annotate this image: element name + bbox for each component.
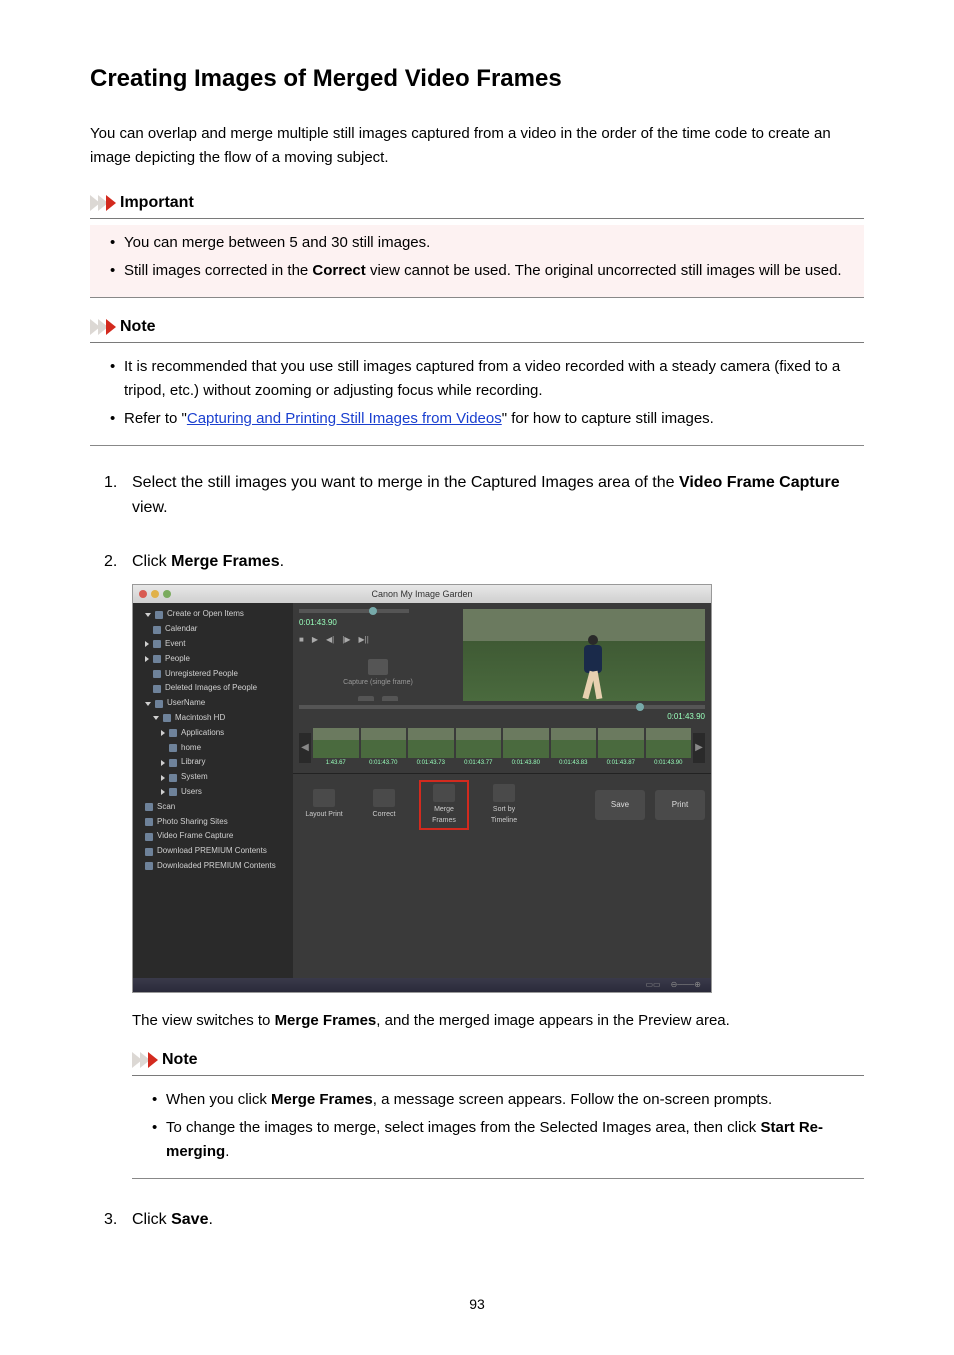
capture-icon[interactable] bbox=[368, 659, 388, 675]
timeline-time: 0:01:43.90 bbox=[299, 711, 705, 724]
important-item: Still images corrected in the Correct vi… bbox=[110, 259, 854, 283]
sidebar-item[interactable]: Event bbox=[133, 637, 293, 652]
sidebar-item[interactable]: Unregistered People bbox=[133, 667, 293, 682]
sidebar-item[interactable]: Deleted Images of People bbox=[133, 681, 293, 696]
sidebar-item[interactable]: Calendar bbox=[133, 622, 293, 637]
important-heading: Important bbox=[120, 190, 194, 216]
layout-print-button[interactable]: Layout Print bbox=[299, 789, 349, 820]
app-sidebar: Create or Open Items Calendar Event Peop… bbox=[133, 603, 293, 978]
playback-controls: 0:01:43.90 ■ ▶ ◀| |▶ ▶|| bbox=[293, 603, 463, 701]
sidebar-item[interactable]: Library bbox=[133, 755, 293, 770]
merge-frames-button[interactable]: Merge Frames bbox=[419, 780, 469, 830]
save-button[interactable]: Save bbox=[595, 790, 645, 820]
thumb[interactable] bbox=[361, 728, 407, 758]
note-item: It is recommended that you use still ima… bbox=[110, 355, 854, 403]
sidebar-item[interactable]: Download PREMIUM Contents bbox=[133, 844, 293, 859]
progress-slider[interactable] bbox=[299, 609, 409, 613]
sidebar-item[interactable]: Applications bbox=[133, 726, 293, 741]
correct-button[interactable]: Correct bbox=[359, 789, 409, 820]
frame-back-icon[interactable]: ◀| bbox=[326, 634, 334, 647]
view-toggle-icon[interactable]: ▭▭ bbox=[645, 979, 660, 992]
thumb[interactable] bbox=[456, 728, 502, 758]
note-item: Refer to "Capturing and Printing Still I… bbox=[110, 407, 854, 431]
print-button[interactable]: Print bbox=[655, 790, 705, 820]
sidebar-item[interactable]: home bbox=[133, 741, 293, 756]
sidebar-item[interactable]: Users bbox=[133, 785, 293, 800]
thumb[interactable] bbox=[598, 728, 644, 758]
thumb-next-icon[interactable]: ▶ bbox=[693, 733, 705, 763]
step-1: Select the still images you want to merg… bbox=[104, 470, 864, 521]
intro-text: You can overlap and merge multiple still… bbox=[90, 122, 864, 170]
sidebar-item[interactable]: Macintosh HD bbox=[133, 711, 293, 726]
page-number: 93 bbox=[90, 1293, 864, 1315]
note-item: To change the images to merge, select im… bbox=[152, 1116, 854, 1164]
sidebar-item[interactable]: People bbox=[133, 652, 293, 667]
preview-area bbox=[463, 609, 705, 701]
thumb[interactable] bbox=[313, 728, 359, 758]
app-screenshot: Canon My Image Garden Create or Open Ite… bbox=[132, 584, 712, 993]
capture-label: Capture (single frame) bbox=[343, 679, 413, 686]
sidebar-item[interactable]: Create or Open Items bbox=[133, 607, 293, 622]
play-icon[interactable]: ▶ bbox=[312, 634, 318, 647]
note-callout: Note It is recommended that you use stil… bbox=[90, 314, 864, 446]
step-3: Click Save. bbox=[104, 1207, 864, 1233]
important-item: You can merge between 5 and 30 still ima… bbox=[110, 231, 854, 255]
arrows-icon bbox=[90, 319, 114, 335]
important-callout: Important You can merge between 5 and 30… bbox=[90, 190, 864, 298]
sort-by-timeline-button[interactable]: Sort by Timeline bbox=[479, 784, 529, 826]
sidebar-item[interactable]: Scan bbox=[133, 800, 293, 815]
stop-icon[interactable]: ■ bbox=[299, 634, 304, 647]
speed-icon[interactable]: ▶|| bbox=[358, 634, 368, 647]
thumb[interactable] bbox=[503, 728, 549, 758]
arrows-icon bbox=[90, 195, 114, 211]
sidebar-item[interactable]: Video Frame Capture bbox=[133, 829, 293, 844]
thumb-prev-icon[interactable]: ◀ bbox=[299, 733, 311, 763]
note-heading: Note bbox=[120, 314, 156, 340]
note-heading: Note bbox=[162, 1047, 198, 1073]
thumb[interactable] bbox=[408, 728, 454, 758]
sidebar-item[interactable]: Photo Sharing Sites bbox=[133, 815, 293, 830]
step-2: Click Merge Frames. Canon My Image Garde… bbox=[104, 549, 864, 1179]
step2-result-text: The view switches to Merge Frames, and t… bbox=[132, 1009, 864, 1033]
app-title: Canon My Image Garden bbox=[133, 587, 711, 601]
sidebar-item[interactable]: System bbox=[133, 770, 293, 785]
zoom-slider[interactable]: ⊖───⊕ bbox=[671, 979, 701, 992]
thumb[interactable] bbox=[551, 728, 597, 758]
arrows-icon bbox=[132, 1052, 156, 1068]
page-title: Creating Images of Merged Video Frames bbox=[90, 60, 864, 98]
thumb[interactable] bbox=[646, 728, 692, 758]
playback-time: 0:01:43.90 bbox=[299, 617, 457, 630]
note-item: When you click Merge Frames, a message s… bbox=[152, 1088, 854, 1112]
timeline-slider[interactable] bbox=[299, 705, 705, 709]
frame-fwd-icon[interactable]: |▶ bbox=[342, 634, 350, 647]
capturing-link[interactable]: Capturing and Printing Still Images from… bbox=[187, 410, 502, 427]
note-callout-inner: Note When you click Merge Frames, a mess… bbox=[132, 1047, 864, 1179]
sidebar-item[interactable]: UserName bbox=[133, 696, 293, 711]
sidebar-item[interactable]: Downloaded PREMIUM Contents bbox=[133, 859, 293, 874]
